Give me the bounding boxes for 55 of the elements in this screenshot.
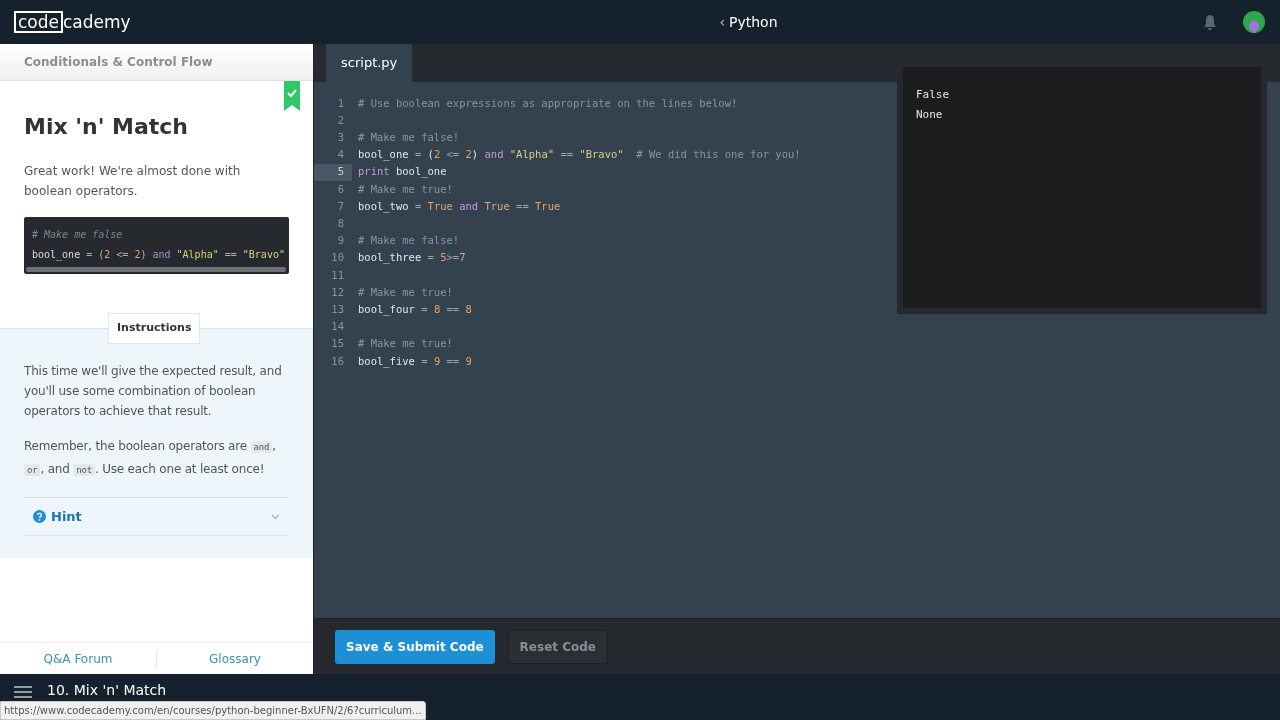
chevron-icon [271,513,280,520]
code-line: bool_one = (2 <= 2) and "Alpha" == "Bravo" # We did this one for you! [358,147,801,163]
lesson-title: Mix 'n' Match [24,113,190,141]
instructions-label: Instructions [108,313,201,344]
code-line: # Make me true! [358,336,453,352]
code-line: # Make me false! [358,130,460,146]
line-number: 5 [314,163,352,181]
unit-title: Conditionals & Control Flow [24,54,213,71]
line-number: 1 [336,95,345,111]
line-number: 15 [330,336,345,352]
line-number: 3 [336,130,345,146]
course-title[interactable]: Python [729,11,778,33]
menu-icon[interactable] [14,686,32,698]
scrollbar[interactable] [26,267,286,272]
avatar-icon[interactable] [1243,11,1265,33]
output-line: False [916,87,951,103]
code-line: bool_five = 9 == 9 [358,353,472,370]
line-number: 6 [336,181,345,197]
line-number: 4 [336,147,345,163]
line-number: 7 [336,198,345,214]
file-tab[interactable]: script.py [326,44,413,82]
instructions-text: This time we'll give the expected result, and you'll use some combination of boolean operators to achieve that result. [24,363,283,420]
line-number: 13 [330,301,345,317]
code-line: # Make me false! [358,233,460,249]
line-number: 10 [330,250,345,266]
code-line: print bool_one [358,164,447,180]
code-line: bool_two = True and True == True [358,198,561,215]
line-number: 11 [330,267,345,283]
code-line: # Use boolean expressions as appropriate on the lines below! [358,95,738,111]
line-number: 9 [336,233,345,249]
reset-button[interactable]: Reset Code [507,629,608,664]
footer-link[interactable]: Q&A Forum [43,649,113,668]
line-number: 8 [336,216,345,232]
footer-link[interactable]: Glossary [209,649,261,668]
line-number: 14 [330,319,345,335]
code-line: # Make me true! [358,284,453,300]
snippet-line: # Make me false [31,228,124,242]
snippet-line: bool_one = (2 <= 2) and "Alpha" == "Bravo" [31,248,286,263]
codecademy-logo[interactable]: code cademy [14,11,314,33]
help-icon [33,510,46,523]
lesson-intro: Great work! We're almost done with boolean operators. [24,163,242,200]
status-url-tooltip: https://www.codecademy.com/en/courses/python-beginner-BxUFN/2/6?curriculum... [0,701,426,720]
back-chevron[interactable]: ‹ [719,11,726,33]
lesson-nav-title[interactable]: 10. Mix 'n' Match [47,681,167,699]
code-line: bool_three = 5>=7 [358,250,466,266]
hint-toggle[interactable]: Hint [24,497,289,536]
bell-icon[interactable] [1203,14,1217,30]
instructions-text: Remember, the boolean operators are and , or , and not . Use each one at least once! [24,438,277,478]
line-number: 12 [330,284,345,300]
line-number: 16 [330,353,345,369]
code-line: bool_four = 8 == 8 [358,301,472,318]
output-line: None [916,107,944,123]
code-line: # Make me true! [358,181,453,197]
submit-button[interactable]: Save & Submit Code [335,629,495,664]
line-number: 2 [336,112,345,128]
